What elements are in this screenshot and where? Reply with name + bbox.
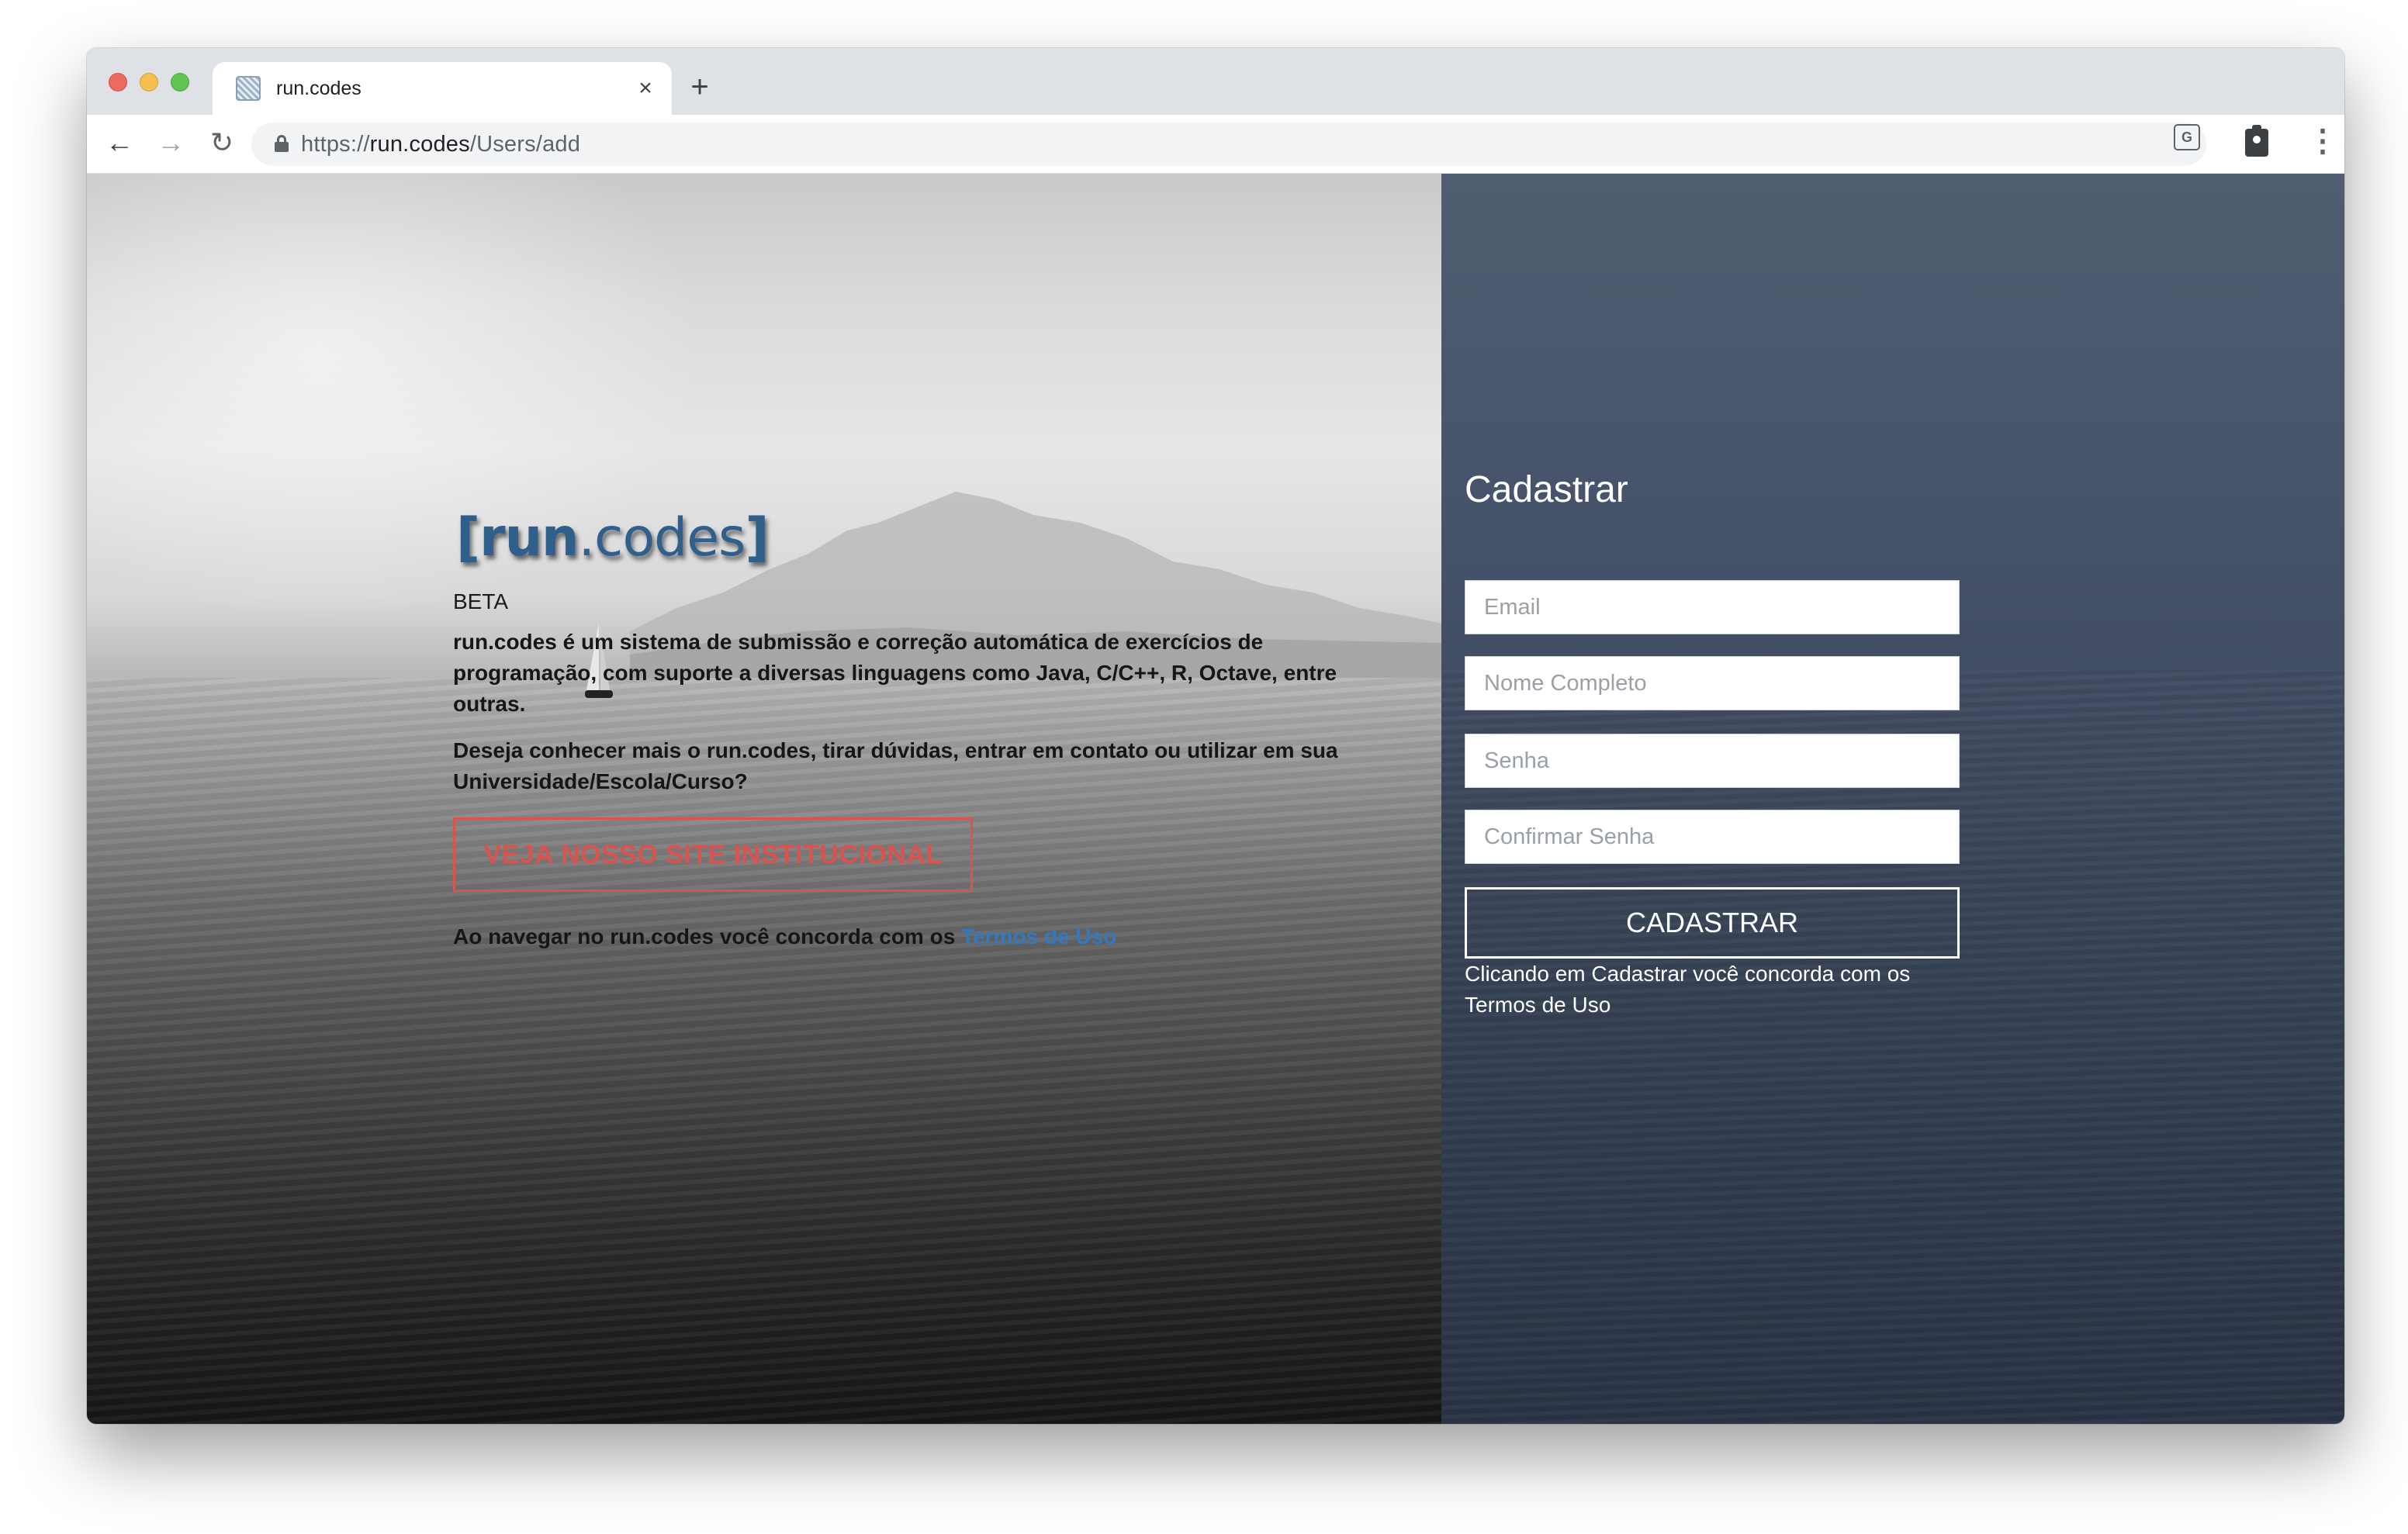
reload-button[interactable]: ↻ xyxy=(206,127,237,158)
product-description: run.codes é um sistema de submissão e co… xyxy=(453,630,1337,716)
full-name-field[interactable] xyxy=(1465,656,1960,710)
browser-toolbar: ← → ↻ https://run.codes/Users/add G ⋮ xyxy=(87,115,2344,174)
signup-terms-note: Clicando em Cadastrar você concorda com … xyxy=(1465,962,1911,1017)
signup-title: Cadastrar xyxy=(1465,469,1628,510)
terms-of-use-link[interactable]: Termos de Uso xyxy=(961,924,1116,948)
url-host: run.codes xyxy=(369,132,470,157)
hero-background: [run.codes] BETA run.codes é um sistema … xyxy=(87,174,1441,1424)
tab-title: run.codes xyxy=(276,78,362,99)
favicon-icon xyxy=(236,76,261,101)
tab-close-icon[interactable]: × xyxy=(631,74,659,102)
maximize-window-button[interactable] xyxy=(171,73,189,92)
minimize-window-button[interactable] xyxy=(140,73,158,92)
url-text[interactable]: https://run.codes/Users/add xyxy=(301,132,580,157)
terms-note: Ao navegar no run.codes você concorda co… xyxy=(453,921,1384,952)
browser-window: run.codes × + ← → ↻ https://run.codes/Us… xyxy=(87,48,2344,1424)
forward-button[interactable]: → xyxy=(155,127,186,158)
institutional-site-button[interactable]: VEJA NOSSO SITE INSTITUCIONAL xyxy=(453,817,973,892)
address-bar[interactable]: https://run.codes/Users/add xyxy=(251,123,2206,166)
close-window-button[interactable] xyxy=(109,73,127,92)
contact-question: Deseja conhecer mais o run.codes, tirar … xyxy=(453,738,1338,793)
page-viewport: [run.codes] BETA run.codes é um sistema … xyxy=(87,174,2344,1424)
extension-icon[interactable] xyxy=(2245,125,2268,157)
signup-submit-button[interactable]: CADASTRAR xyxy=(1465,887,1960,959)
url-scheme: https:// xyxy=(301,132,370,157)
new-tab-button[interactable]: + xyxy=(684,71,715,102)
beta-label: BETA xyxy=(453,589,509,613)
terms-prefix: Ao navegar no run.codes você concorda co… xyxy=(453,924,962,948)
email-field[interactable] xyxy=(1465,580,1960,634)
browser-tab[interactable]: run.codes × xyxy=(213,62,672,115)
url-path: /Users/add xyxy=(469,132,581,157)
password-field[interactable] xyxy=(1465,734,1960,788)
run-codes-logo: [run.codes] xyxy=(456,507,770,568)
tab-strip: run.codes × + xyxy=(87,48,2344,115)
lock-icon[interactable] xyxy=(275,135,289,152)
translate-icon[interactable]: G xyxy=(2174,124,2200,150)
browser-menu-icon[interactable]: ⋮ xyxy=(2307,126,2338,161)
confirm-password-field[interactable] xyxy=(1465,810,1960,864)
back-button[interactable]: ← xyxy=(104,127,135,158)
signup-panel: Cadastrar CADASTRAR Clicando em Cadastra… xyxy=(1441,174,2344,1424)
